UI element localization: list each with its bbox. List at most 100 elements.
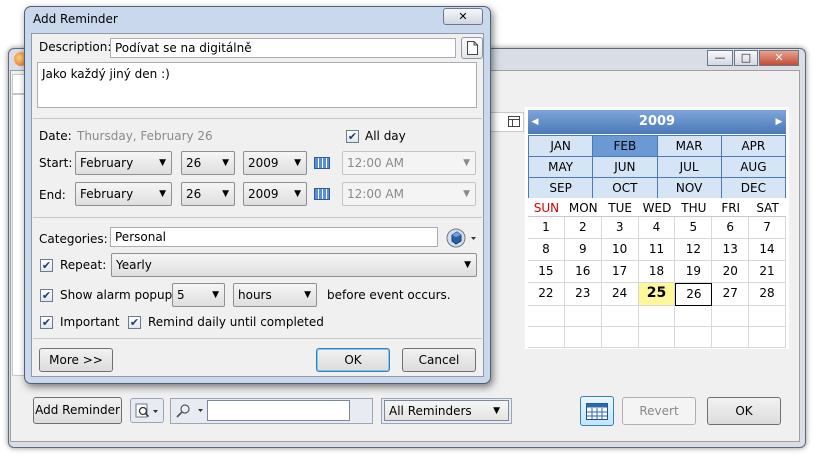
ok-button[interactable]: OK <box>707 397 781 425</box>
start-calendar-icon[interactable] <box>314 157 330 169</box>
day-cell-empty[interactable] <box>675 306 713 327</box>
categories-picker-button[interactable] <box>446 227 478 249</box>
day-cell[interactable]: 4 <box>638 217 676 239</box>
close-button[interactable]: ✕ <box>759 50 799 66</box>
day-cell[interactable]: 3 <box>601 217 639 239</box>
day-cell[interactable]: 6 <box>712 217 750 239</box>
minimize-button[interactable]: — <box>707 50 733 66</box>
day-cell[interactable]: 27 <box>712 283 750 306</box>
day-cell[interactable]: 11 <box>638 239 676 261</box>
day-cell-empty[interactable] <box>528 306 565 327</box>
maximize-button[interactable]: □ <box>734 50 758 66</box>
day-cell[interactable]: 8 <box>528 239 565 261</box>
day-cell[interactable]: 14 <box>749 239 786 261</box>
column-chooser-icon[interactable] <box>508 116 520 127</box>
month-cell-sep[interactable]: SEP <box>529 178 593 198</box>
day-cell[interactable]: 5 <box>675 217 713 239</box>
end-month-select[interactable]: February ▼ <box>75 182 172 206</box>
end-year-select[interactable]: 2009 ▼ <box>243 182 307 206</box>
remind-daily-checkbox[interactable]: ✔ <box>128 316 141 329</box>
start-day-select[interactable]: 26 ▼ <box>181 151 235 175</box>
day-cell[interactable]: 28 <box>749 283 786 306</box>
end-year-value: 2009 <box>248 187 279 201</box>
day-cell-empty[interactable] <box>601 327 639 348</box>
month-cell-jan[interactable]: JAN <box>529 136 593 156</box>
day-cell-empty[interactable] <box>564 327 602 348</box>
description-input[interactable]: Podívat se na digitálně <box>110 38 456 58</box>
month-cell-mar[interactable]: MAR <box>657 136 721 156</box>
start-year-select[interactable]: 2009 ▼ <box>243 151 307 175</box>
day-cell-empty[interactable] <box>528 327 565 348</box>
day-cell[interactable]: 12 <box>675 239 713 261</box>
day-cell-empty[interactable] <box>712 327 750 348</box>
month-cell-nov[interactable]: NOV <box>657 178 721 198</box>
month-cell-jul[interactable]: JUL <box>657 157 721 177</box>
month-cell-oct[interactable]: OCT <box>593 178 657 198</box>
day-cell-empty[interactable] <box>638 306 676 327</box>
previous-year-arrow-icon[interactable]: ◀ <box>528 110 542 134</box>
day-cell[interactable]: 20 <box>712 261 750 283</box>
all-day-checkbox[interactable]: ✔ <box>346 130 359 143</box>
month-cell-aug[interactable]: AUG <box>721 157 785 177</box>
day-cell-empty[interactable] <box>749 327 786 348</box>
day-cell[interactable]: 23 <box>564 283 602 306</box>
day-cell[interactable]: 22 <box>528 283 565 306</box>
chevron-down-icon: ▼ <box>463 189 470 199</box>
chevron-down-icon: ▼ <box>464 260 471 270</box>
month-cell-apr[interactable]: APR <box>721 136 785 156</box>
day-cell[interactable]: 21 <box>749 261 786 283</box>
alarm-checkbox[interactable]: ✔ <box>40 289 53 302</box>
repeat-checkbox[interactable]: ✔ <box>40 259 53 272</box>
day-cell-empty[interactable] <box>638 327 676 348</box>
notes-textarea[interactable]: Jako každý jiný den :) <box>37 62 477 108</box>
day-cell[interactable]: 13 <box>712 239 750 261</box>
revert-button[interactable]: Revert <box>622 397 696 425</box>
day-cell[interactable]: 26 <box>675 283 713 306</box>
day-cell[interactable]: 18 <box>638 261 676 283</box>
dialog-ok-button[interactable]: OK <box>316 348 390 372</box>
day-cell-empty[interactable] <box>601 306 639 327</box>
view-filter-button[interactable] <box>130 398 164 423</box>
day-cell[interactable]: 10 <box>601 239 639 261</box>
dialog-cancel-button[interactable]: Cancel <box>402 348 476 372</box>
start-month-select[interactable]: February ▼ <box>75 151 172 175</box>
search-input[interactable] <box>207 400 350 421</box>
repeat-select[interactable]: Yearly ▼ <box>111 253 477 277</box>
calendar-view-toggle[interactable] <box>580 396 614 426</box>
day-cell-empty[interactable] <box>712 306 750 327</box>
month-cell-jun[interactable]: JUN <box>593 157 657 177</box>
day-cell[interactable]: 24 <box>601 283 639 306</box>
day-cell[interactable]: 15 <box>528 261 565 283</box>
day-cell[interactable]: 16 <box>564 261 602 283</box>
more-button[interactable]: More >> <box>39 348 113 372</box>
end-calendar-icon[interactable] <box>314 188 330 200</box>
month-cell-may[interactable]: MAY <box>529 157 593 177</box>
end-day-select[interactable]: 26 ▼ <box>181 182 235 206</box>
day-cell[interactable]: 19 <box>675 261 713 283</box>
next-year-arrow-icon[interactable]: ▶ <box>772 110 786 134</box>
categories-input[interactable]: Personal <box>110 227 438 247</box>
start-month-value: February <box>80 156 134 170</box>
weekday-wed: WED <box>642 201 672 215</box>
alarm-amount-select[interactable]: 5 ▼ <box>172 283 225 307</box>
day-cell-empty[interactable] <box>749 306 786 327</box>
notes-toggle-button[interactable] <box>461 37 483 59</box>
day-cell[interactable]: 17 <box>601 261 639 283</box>
day-cell[interactable]: 2 <box>564 217 602 239</box>
reminder-filter-select[interactable]: All Reminders ▼ <box>384 400 509 421</box>
day-cell[interactable]: 9 <box>564 239 602 261</box>
day-cell[interactable]: 25 <box>638 283 676 306</box>
day-cell[interactable]: 1 <box>528 217 565 239</box>
search-icon[interactable] <box>174 403 204 419</box>
day-cell-empty[interactable] <box>675 327 713 348</box>
important-checkbox[interactable]: ✔ <box>40 316 53 329</box>
day-cell[interactable]: 7 <box>749 217 786 239</box>
alarm-unit-select[interactable]: hours ▼ <box>233 283 317 307</box>
description-label: Description: <box>39 40 112 54</box>
add-reminder-button[interactable]: Add Reminder <box>33 397 122 424</box>
day-cell-empty[interactable] <box>564 306 602 327</box>
end-time-value: 12:00 AM <box>347 187 404 201</box>
month-cell-dec[interactable]: DEC <box>721 178 785 198</box>
dialog-close-button[interactable]: ✕ <box>443 8 483 25</box>
month-cell-feb[interactable]: FEB <box>593 136 657 156</box>
